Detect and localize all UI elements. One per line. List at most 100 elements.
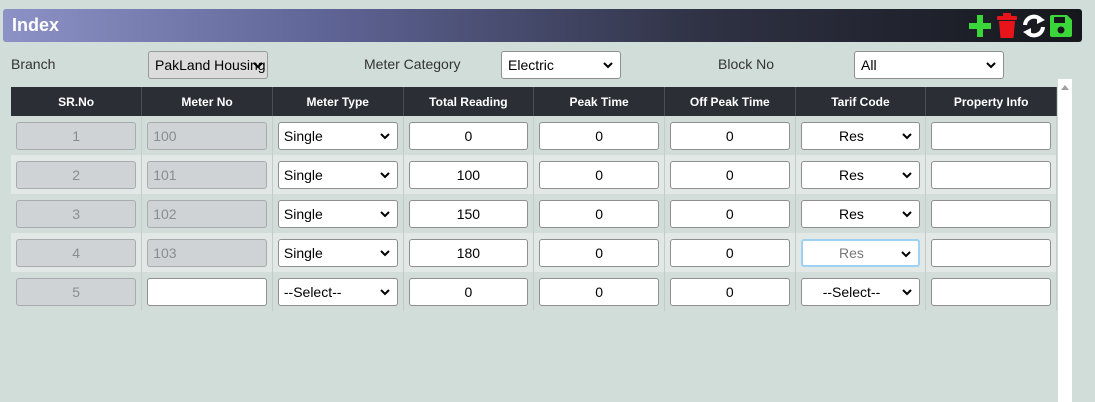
cell-tarif-code: Res (795, 194, 927, 233)
cell-total-reading: 0 (403, 272, 535, 311)
off-peak-time-field[interactable]: 0 (669, 160, 790, 189)
cell-off-peak-time: 0 (664, 194, 796, 233)
branch-label: Branch (11, 56, 56, 72)
peak-time-field[interactable]: 0 (539, 160, 659, 189)
cell-meter-type: Single (272, 233, 404, 272)
property-info-field[interactable] (931, 160, 1051, 189)
meter-grid: SR.No Meter No Meter Type Total Reading … (11, 87, 1057, 311)
cell-tarif-code: Res (795, 155, 927, 194)
trash-icon[interactable] (994, 12, 1020, 40)
tarif-code-select[interactable]: --Select-- (800, 277, 921, 306)
col-header: Property Info (925, 87, 1057, 116)
off-peak-time-field[interactable]: 0 (669, 277, 790, 306)
tarif-code-select[interactable]: Res (800, 199, 921, 228)
total-reading-field[interactable]: 0 (408, 121, 529, 150)
cell-meter-type: Single (272, 194, 404, 233)
cell-off-peak-time: 0 (664, 155, 796, 194)
meter-type-select[interactable]: --Select-- (277, 277, 398, 306)
total-reading-field[interactable]: 100 (408, 160, 529, 189)
cell-property-info (925, 155, 1057, 194)
tarif-code-select[interactable]: Res (800, 160, 921, 189)
col-header: Peak Time (533, 87, 665, 116)
cell-sr: 5 (11, 272, 143, 311)
block-no-label: Block No (718, 56, 775, 72)
meter-no-field[interactable]: 103 (147, 238, 267, 267)
tarif-code-select[interactable]: Res (800, 121, 921, 150)
chevron-down-icon (379, 171, 390, 178)
meter-type-select[interactable]: Single (277, 121, 398, 150)
property-info-field[interactable] (931, 121, 1051, 150)
col-header: SR.No (11, 87, 143, 116)
cell-meter-no: 101 (141, 155, 273, 194)
block-no-select[interactable]: All (854, 51, 1004, 79)
peak-time-field[interactable]: 0 (539, 277, 659, 306)
meter-no-field[interactable]: 102 (147, 199, 267, 228)
sr-no-field: 3 (16, 199, 137, 228)
col-header: Meter Type (272, 87, 404, 116)
scroll-up-arrow-icon[interactable] (1060, 83, 1070, 91)
cell-tarif-code: Res (795, 233, 927, 272)
meter-category-label: Meter Category (364, 56, 461, 72)
refresh-icon[interactable] (1021, 12, 1047, 40)
off-peak-time-field[interactable]: 0 (669, 238, 790, 267)
chevron-down-icon (379, 249, 390, 256)
cell-peak-time: 0 (533, 116, 665, 155)
meter-no-field[interactable] (147, 277, 267, 306)
chevron-down-icon (253, 62, 263, 69)
off-peak-time-field[interactable]: 0 (669, 199, 790, 228)
cell-off-peak-time: 0 (664, 272, 796, 311)
table-row: 4 103 Single 180 0 0 Res (11, 233, 1057, 272)
plus-icon[interactable] (967, 12, 993, 40)
cell-property-info (925, 194, 1057, 233)
table-row: 1 100 Single 0 0 0 Res (11, 116, 1057, 155)
total-reading-field[interactable]: 180 (408, 238, 529, 267)
meter-no-field[interactable]: 101 (147, 160, 267, 189)
col-header: Total Reading (403, 87, 535, 116)
branch-select[interactable]: PakLand Housing (148, 51, 268, 79)
cell-meter-no (141, 272, 273, 311)
sr-no-field: 4 (16, 238, 137, 267)
cell-property-info (925, 272, 1057, 311)
meter-no-field[interactable]: 100 (147, 121, 267, 150)
peak-time-field[interactable]: 0 (539, 238, 659, 267)
toolbar (967, 12, 1074, 40)
meter-type-select[interactable]: Single (277, 160, 398, 189)
cell-peak-time: 0 (533, 155, 665, 194)
chevron-down-icon (986, 62, 996, 69)
page-title: Index (12, 15, 60, 35)
cell-sr: 1 (11, 116, 143, 155)
total-reading-field[interactable]: 150 (408, 199, 529, 228)
peak-time-field[interactable]: 0 (539, 121, 659, 150)
off-peak-time-field[interactable]: 0 (669, 121, 790, 150)
col-header: Meter No (141, 87, 273, 116)
chevron-down-icon (902, 171, 913, 178)
chevron-down-icon (902, 210, 913, 217)
meter-table: SR.No Meter No Meter Type Total Reading … (11, 87, 1057, 311)
cell-property-info (925, 233, 1057, 272)
cell-sr: 4 (11, 233, 143, 272)
peak-time-field[interactable]: 0 (539, 199, 659, 228)
save-icon[interactable] (1048, 12, 1074, 40)
chevron-down-icon (379, 132, 390, 139)
meter-category-select[interactable]: Electric (501, 51, 621, 79)
chevron-down-icon (902, 288, 913, 295)
cell-sr: 2 (11, 155, 143, 194)
meter-type-select[interactable]: Single (277, 238, 398, 267)
property-info-field[interactable] (931, 277, 1051, 306)
cell-total-reading: 180 (403, 233, 535, 272)
property-info-field[interactable] (931, 238, 1051, 267)
cell-peak-time: 0 (533, 233, 665, 272)
filter-bar: Branch PakLand Housing Meter Category El… (0, 50, 1095, 80)
cell-meter-type: Single (272, 116, 404, 155)
cell-meter-no: 103 (141, 233, 273, 272)
tarif-code-select[interactable]: Res (800, 238, 921, 267)
total-reading-field[interactable]: 0 (408, 277, 529, 306)
cell-meter-no: 100 (141, 116, 273, 155)
cell-total-reading: 100 (403, 155, 535, 194)
scrollbar[interactable] (1058, 79, 1072, 402)
meter-type-select[interactable]: Single (277, 199, 398, 228)
chevron-down-icon (901, 250, 912, 257)
col-header: Tarif Code (795, 87, 927, 116)
table-header-row: SR.No Meter No Meter Type Total Reading … (11, 87, 1057, 116)
property-info-field[interactable] (931, 199, 1051, 228)
